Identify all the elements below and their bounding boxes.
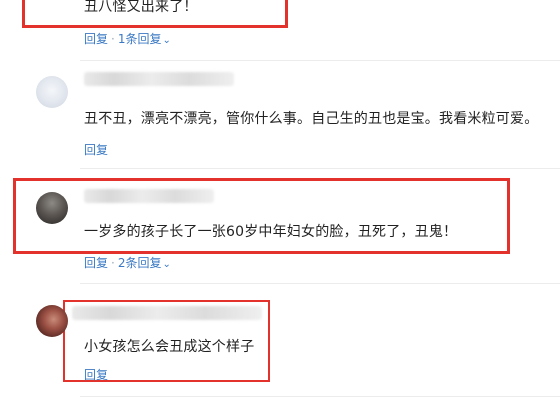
divider	[80, 396, 560, 397]
comment-actions: 回复	[84, 141, 108, 158]
comment-text: 小女孩怎么会丑成这个样子	[84, 339, 255, 355]
replies-count: 2条回复	[117, 256, 162, 270]
divider	[80, 60, 560, 61]
separator-dot: ·	[111, 256, 115, 270]
comment-text: 一岁多的孩子长了一张60岁中年妇女的脸，丑死了，丑鬼！	[84, 224, 458, 240]
replies-count: 1条回复	[117, 32, 162, 46]
avatar[interactable]	[36, 305, 68, 337]
avatar[interactable]	[36, 192, 68, 224]
reply-button[interactable]: 回复	[84, 32, 108, 46]
comment-actions: 回复	[84, 366, 108, 383]
avatar[interactable]	[36, 76, 68, 108]
chevron-down-icon: ⌄	[162, 259, 171, 270]
comment-actions: 回复 · 1条回复⌄	[84, 30, 171, 47]
view-replies-button[interactable]: 2条回复⌄	[118, 256, 171, 270]
separator-dot: ·	[111, 32, 115, 46]
reply-button[interactable]: 回复	[84, 256, 108, 270]
comment-text: 丑不丑，漂亮不漂亮，管你什么事。自己生的丑也是宝。我看米粒可爱。	[84, 111, 539, 127]
divider	[80, 283, 560, 284]
reply-button[interactable]: 回复	[84, 368, 108, 382]
reply-button[interactable]: 回复	[84, 143, 108, 157]
chevron-down-icon: ⌄	[162, 35, 171, 46]
view-replies-button[interactable]: 1条回复⌄	[118, 32, 171, 46]
comment-text: 丑八怪又出来了！	[84, 0, 198, 15]
username-blurred[interactable]	[84, 72, 234, 86]
username-blurred[interactable]	[72, 306, 262, 320]
username-blurred[interactable]	[84, 189, 214, 203]
divider	[80, 168, 560, 169]
comment-actions: 回复 · 2条回复⌄	[84, 254, 171, 271]
